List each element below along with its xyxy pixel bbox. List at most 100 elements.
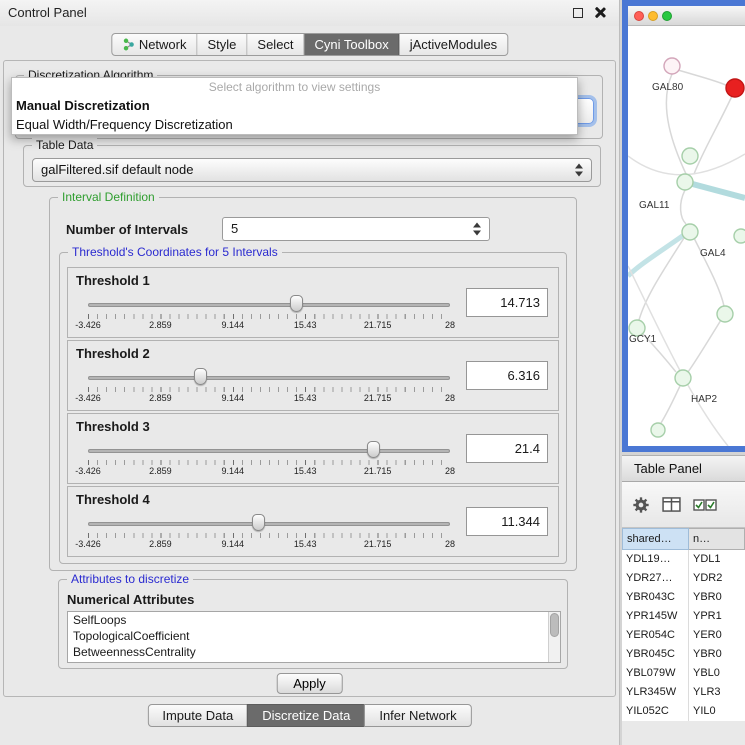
list-item[interactable]: BetweennessCentrality [68, 644, 560, 660]
network-edge[interactable] [661, 386, 680, 423]
network-edge[interactable] [628, 232, 688, 276]
slider-track[interactable] [88, 522, 450, 526]
network-node[interactable] [677, 174, 693, 190]
network-edge[interactable] [694, 96, 732, 174]
network-node[interactable] [675, 370, 691, 386]
tab-impute-data[interactable]: Impute Data [147, 704, 248, 727]
table-row[interactable]: YDR27…YDR2 [622, 569, 745, 588]
network-node[interactable] [682, 224, 698, 240]
threshold-value-field[interactable]: 11.344 [466, 507, 548, 536]
table-cell[interactable]: YBR0 [689, 588, 745, 607]
network-node[interactable] [664, 58, 680, 74]
tab-select[interactable]: Select [247, 34, 304, 55]
attributes-list[interactable]: SelfLoopsTopologicalCoefficientBetweenne… [67, 611, 561, 663]
threshold-slider[interactable]: -3.4262.8599.14415.4321.71528 [88, 365, 450, 407]
table-cell[interactable]: YLR345W [622, 683, 689, 702]
list-item[interactable]: TopologicalCoefficient [68, 628, 560, 644]
table-cell[interactable]: YIL0 [689, 702, 745, 721]
tab-label: Style [208, 37, 237, 52]
slider-thumb[interactable] [252, 514, 265, 531]
tab-cyni-toolbox[interactable]: Cyni Toolbox [305, 34, 400, 55]
column-header-name[interactable]: n… [689, 528, 745, 550]
network-node[interactable] [717, 306, 733, 322]
control-panel-window: Control Panel Network Style Select Cyni … [0, 0, 620, 745]
threshold-value-field[interactable]: 21.4 [466, 434, 548, 463]
attributes-scrollbar[interactable] [548, 612, 560, 662]
select-columns-checkboxes-icon[interactable] [693, 498, 717, 512]
network-edge[interactable] [688, 320, 721, 372]
column-header-shared-name[interactable]: shared… [622, 528, 689, 550]
network-edge[interactable] [685, 182, 745, 198]
table-cell[interactable]: YER0 [689, 626, 745, 645]
table-cell[interactable]: YDL19… [622, 550, 689, 569]
slider-track[interactable] [88, 449, 450, 453]
threshold-slider[interactable]: -3.4262.8599.14415.4321.71528 [88, 438, 450, 480]
network-node[interactable] [726, 79, 744, 97]
slider-track[interactable] [88, 376, 450, 380]
thresholds-group: Threshold's Coordinates for 5 Intervals … [59, 252, 567, 564]
table-row[interactable]: YER054CYER0 [622, 626, 745, 645]
slider-thumb[interactable] [367, 441, 380, 458]
table-cell[interactable]: YBR0 [689, 645, 745, 664]
table-cell[interactable]: YIL052C [622, 702, 689, 721]
network-canvas-area[interactable]: GAL80GAL11GAL4GCY1HAP2 [628, 26, 745, 446]
threshold-slider[interactable]: -3.4262.8599.14415.4321.71528 [88, 511, 450, 553]
network-edge[interactable] [678, 70, 728, 86]
table-cell[interactable]: YLR3 [689, 683, 745, 702]
table-header-row: shared… n… [622, 528, 745, 550]
list-item[interactable]: SelfLoops [68, 612, 560, 628]
tab-discretize-data[interactable]: Discretize Data [247, 704, 365, 727]
tab-style[interactable]: Style [198, 34, 248, 55]
threshold-value-field[interactable]: 14.713 [466, 288, 548, 317]
table-cell[interactable]: YBL0 [689, 664, 745, 683]
network-node[interactable] [682, 148, 698, 164]
table-data-combobox[interactable]: galFiltered.sif default node [32, 158, 592, 182]
minimize-traffic-light-icon[interactable] [648, 11, 658, 21]
table-cell[interactable]: YDL1 [689, 550, 745, 569]
group-title: Threshold's Coordinates for 5 Intervals [68, 245, 282, 259]
close-icon[interactable] [593, 6, 606, 19]
table-row[interactable]: YBL079WYBL0 [622, 664, 745, 683]
popup-option-manual-discretization[interactable]: Manual Discretization [12, 96, 577, 115]
columns-icon[interactable] [662, 497, 681, 512]
network-node-label: GAL11 [639, 200, 670, 211]
tab-network[interactable]: Network [112, 34, 198, 55]
close-traffic-light-icon[interactable] [634, 11, 644, 21]
gear-icon[interactable] [632, 496, 650, 514]
table-cell[interactable]: YBR043C [622, 588, 689, 607]
table-cell[interactable]: YDR27… [622, 569, 689, 588]
table-cell[interactable]: YPR145W [622, 607, 689, 626]
zoom-traffic-light-icon[interactable] [662, 11, 672, 21]
table-cell[interactable]: YBR045C [622, 645, 689, 664]
threshold-slider[interactable]: -3.4262.8599.14415.4321.71528 [88, 292, 450, 334]
interval-definition-group: Interval Definition Number of Intervals … [49, 197, 577, 571]
network-node[interactable] [651, 423, 665, 437]
slider-thumb[interactable] [290, 295, 303, 312]
float-window-icon[interactable] [573, 8, 583, 18]
tab-jactivemodules[interactable]: jActiveModules [400, 34, 507, 55]
threshold-value-field[interactable]: 6.316 [466, 361, 548, 390]
table-row[interactable]: YLR345WYLR3 [622, 683, 745, 702]
table-row[interactable]: YBR043CYBR0 [622, 588, 745, 607]
table-panel-header[interactable]: Table Panel [622, 455, 745, 482]
scale-label: 15.43 [294, 320, 317, 330]
table-row[interactable]: YPR145WYPR1 [622, 607, 745, 626]
network-node[interactable] [734, 229, 745, 243]
scrollbar-thumb[interactable] [550, 613, 559, 637]
table-cell[interactable]: YBL079W [622, 664, 689, 683]
number-of-intervals-spinner[interactable]: 5 [222, 217, 490, 241]
tab-infer-network[interactable]: Infer Network [364, 704, 471, 727]
apply-button[interactable]: Apply [276, 673, 343, 694]
network-edge[interactable] [628, 266, 728, 446]
table-cell[interactable]: YDR2 [689, 569, 745, 588]
table-row[interactable]: YIL052CYIL0 [622, 702, 745, 721]
table-cell[interactable]: YER054C [622, 626, 689, 645]
network-edge[interactable] [681, 190, 686, 224]
slider-thumb[interactable] [194, 368, 207, 385]
popup-option-equal-width-frequency[interactable]: Equal Width/Frequency Discretization [12, 115, 577, 134]
network-canvas[interactable]: GAL80GAL11GAL4GCY1HAP2 [628, 26, 745, 446]
table-row[interactable]: YBR045CYBR0 [622, 645, 745, 664]
table-row[interactable]: YDL19…YDL1 [622, 550, 745, 569]
table-cell[interactable]: YPR1 [689, 607, 745, 626]
slider-track[interactable] [88, 303, 450, 307]
